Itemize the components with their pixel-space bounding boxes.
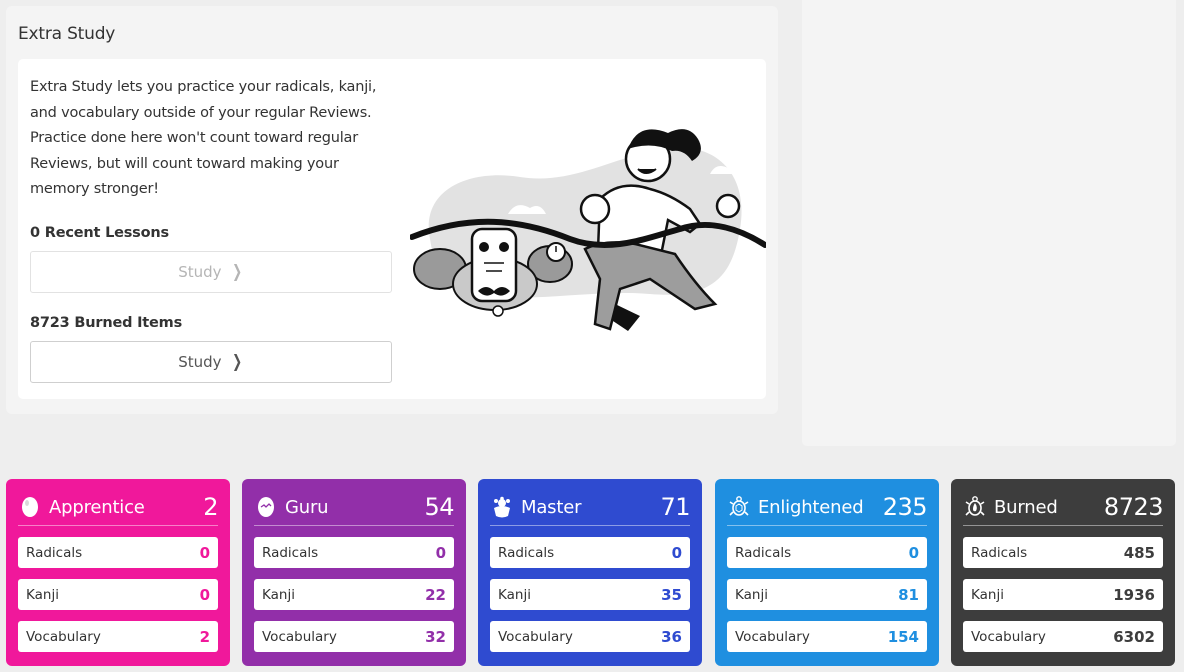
hatching-turtle-icon: [490, 495, 514, 519]
study-button-label: Study: [178, 353, 222, 371]
srs-stage-total: 8723: [1103, 493, 1164, 521]
srs-stage-name: Guru: [285, 496, 329, 518]
extra-study-title: Extra Study: [18, 24, 116, 44]
srs-row-label: Radicals: [498, 544, 555, 561]
srs-stage-total: 2: [203, 493, 218, 521]
srs-card-enlightened[interactable]: Enlightened 235 Radicals 0 Kanji 81 Voca…: [715, 479, 939, 666]
srs-row-label: Kanji: [498, 586, 531, 603]
srs-row-label: Vocabulary: [262, 628, 337, 645]
srs-card-master[interactable]: Master 71 Radicals 0 Kanji 35 Vocabulary…: [478, 479, 702, 666]
srs-row-radicals[interactable]: Radicals 485: [963, 537, 1163, 568]
srs-stage-total: 71: [660, 493, 690, 521]
srs-row-value: 0: [435, 543, 446, 562]
srs-stage-name: Burned: [994, 496, 1058, 518]
srs-row-vocabulary[interactable]: Vocabulary 6302: [963, 621, 1163, 652]
srs-row-value: 81: [898, 585, 919, 604]
right-side-panel: [802, 0, 1176, 446]
srs-row-value: 0: [671, 543, 682, 562]
srs-stage-name: Master: [521, 496, 582, 518]
extra-study-card: Extra Study lets you practice your radic…: [18, 59, 766, 399]
srs-row-vocabulary[interactable]: Vocabulary 32: [254, 621, 454, 652]
srs-row-radicals[interactable]: Radicals 0: [727, 537, 927, 568]
srs-row-label: Radicals: [735, 544, 792, 561]
srs-row-label: Vocabulary: [498, 628, 573, 645]
burned-items-study-button[interactable]: Study ❯: [30, 341, 392, 383]
srs-card-header: Burned 8723: [963, 489, 1164, 526]
srs-stage-name: Enlightened: [758, 496, 864, 518]
srs-row-radicals[interactable]: Radicals 0: [254, 537, 454, 568]
srs-card-header: Master 71: [490, 489, 690, 526]
srs-stage-name: Apprentice: [49, 496, 145, 518]
srs-card-header: Apprentice 2: [18, 489, 218, 526]
srs-row-label: Kanji: [26, 586, 59, 603]
srs-row-value: 36: [661, 627, 682, 646]
srs-row-value: 35: [661, 585, 682, 604]
srs-card-header: Guru 54: [254, 489, 454, 526]
srs-row-label: Vocabulary: [735, 628, 810, 645]
egg-icon: [18, 495, 42, 519]
srs-row-label: Radicals: [971, 544, 1028, 561]
srs-row-kanji[interactable]: Kanji 22: [254, 579, 454, 610]
srs-row-label: Kanji: [262, 586, 295, 603]
srs-row-value: 2: [199, 627, 210, 646]
srs-row-value: 0: [908, 543, 919, 562]
recent-lessons-study-button[interactable]: Study ❯: [30, 251, 392, 293]
srs-card-apprentice[interactable]: Apprentice 2 Radicals 0 Kanji 0 Vocabula…: [6, 479, 230, 666]
srs-row-value: 6302: [1113, 627, 1155, 646]
study-button-label: Study: [178, 263, 222, 281]
chevron-right-icon: ❯: [231, 261, 242, 282]
cracked-egg-icon: [254, 495, 278, 519]
srs-row-kanji[interactable]: Kanji 1936: [963, 579, 1163, 610]
chevron-right-icon: ❯: [231, 351, 242, 372]
recent-lessons-label: 0 Recent Lessons: [30, 225, 169, 241]
srs-row-value: 32: [425, 627, 446, 646]
srs-row-value: 485: [1123, 543, 1155, 562]
srs-row-value: 1936: [1113, 585, 1155, 604]
srs-row-value: 0: [199, 585, 210, 604]
srs-row-value: 154: [887, 627, 919, 646]
srs-row-label: Radicals: [26, 544, 83, 561]
srs-card-burned[interactable]: Burned 8723 Radicals 485 Kanji 1936 Voca…: [951, 479, 1175, 666]
srs-row-kanji[interactable]: Kanji 35: [490, 579, 690, 610]
extra-study-panel: Extra Study Extra Study lets you practic…: [6, 6, 778, 414]
srs-row-value: 22: [425, 585, 446, 604]
burned-items-label: 8723 Burned Items: [30, 315, 183, 331]
srs-card-header: Enlightened 235: [727, 489, 928, 526]
extra-study-description: Extra Study lets you practice your radic…: [30, 79, 377, 197]
srs-row-kanji[interactable]: Kanji 0: [18, 579, 218, 610]
srs-row-vocabulary[interactable]: Vocabulary 36: [490, 621, 690, 652]
srs-stage-total: 54: [424, 493, 454, 521]
srs-row-radicals[interactable]: Radicals 0: [18, 537, 218, 568]
srs-row-label: Radicals: [262, 544, 319, 561]
srs-row-label: Kanji: [735, 586, 768, 603]
turtle-icon: [727, 495, 751, 519]
srs-card-guru[interactable]: Guru 54 Radicals 0 Kanji 22 Vocabulary 3…: [242, 479, 466, 666]
burned-turtle-icon: [963, 495, 987, 519]
srs-row-label: Vocabulary: [26, 628, 101, 645]
srs-row-vocabulary[interactable]: Vocabulary 2: [18, 621, 218, 652]
srs-row-vocabulary[interactable]: Vocabulary 154: [727, 621, 927, 652]
srs-row-label: Vocabulary: [971, 628, 1046, 645]
runner-crossing-finish-line-illustration: [410, 129, 766, 331]
srs-row-label: Kanji: [971, 586, 1004, 603]
srs-row-radicals[interactable]: Radicals 0: [490, 537, 690, 568]
srs-stage-total: 235: [882, 493, 928, 521]
srs-row-value: 0: [199, 543, 210, 562]
srs-row-kanji[interactable]: Kanji 81: [727, 579, 927, 610]
